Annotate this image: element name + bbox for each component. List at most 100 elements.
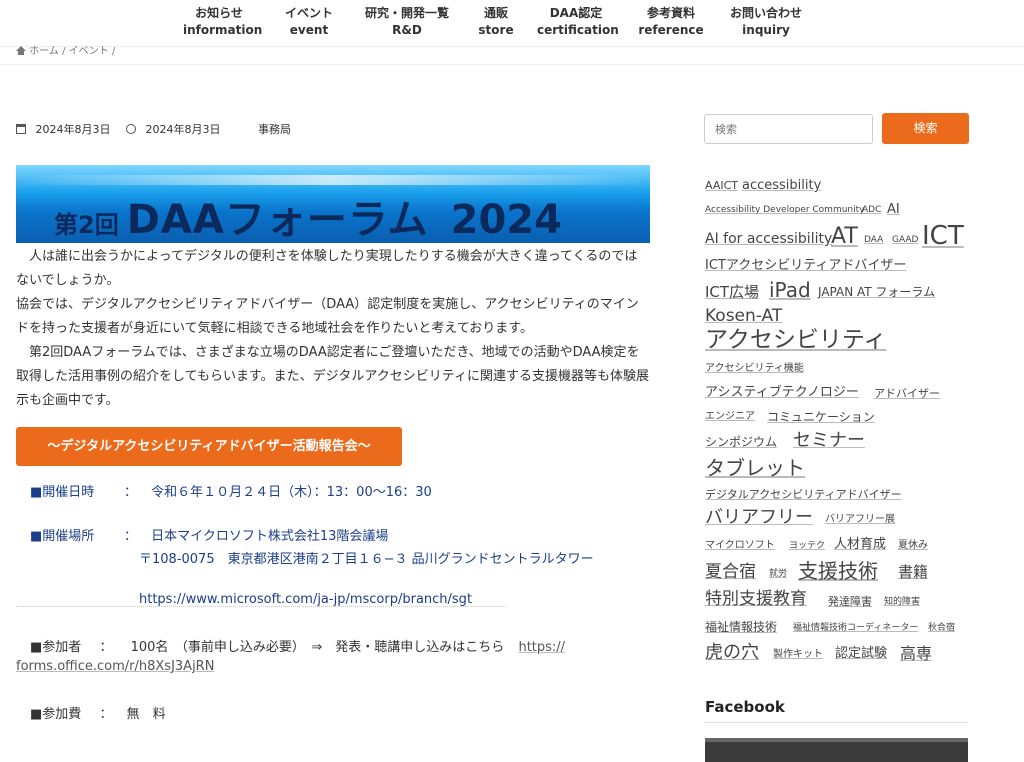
facebook-embed[interactable] xyxy=(705,738,968,762)
tag-link[interactable]: AI xyxy=(887,203,900,216)
participants-label: ■参加者 xyxy=(30,640,82,655)
tag-link[interactable]: 高専 xyxy=(900,646,932,662)
tag-link[interactable]: 虎の穴 xyxy=(705,644,759,662)
tag-link[interactable]: ICT広場 xyxy=(705,285,759,300)
participants-value: 100名 （事前申し込み必要） ⇒ 発表・聴講申し込みはこちら xyxy=(130,640,505,655)
tag-link[interactable]: バリアフリー展 xyxy=(825,515,895,525)
nav-item-event[interactable]: イベント event xyxy=(280,5,338,39)
event-banner: 第2回 DAAフォーラム 2024 xyxy=(16,165,650,243)
published-date: 2024年8月3日 xyxy=(35,123,111,136)
nav-item-inquiry[interactable]: お問い合わせ inquiry xyxy=(726,5,806,39)
colon: ： xyxy=(99,707,113,722)
divider xyxy=(704,722,968,723)
tag-link[interactable]: AI for accessibility xyxy=(705,232,832,246)
tag-link[interactable]: バリアフリー xyxy=(705,509,813,527)
tag-link[interactable]: GAAD xyxy=(892,236,918,245)
nav-item-store[interactable]: 通販 store xyxy=(476,5,516,39)
tag-link[interactable]: ヨッテク xyxy=(789,542,825,551)
tag-link[interactable]: 夏合宿 xyxy=(705,564,756,581)
post-author[interactable]: 事務局 xyxy=(258,121,291,137)
paragraph: 人は誰に出会うかによってデジタルの便利さを体験したり実現したりする機会が大きく違… xyxy=(16,249,638,288)
tag-link[interactable]: Accessibility Developer Community xyxy=(705,206,864,215)
calendar-icon xyxy=(16,124,26,134)
tag-link[interactable]: AT xyxy=(831,226,858,248)
tag-link[interactable]: タブレット xyxy=(705,458,805,478)
tag-link[interactable]: 支援技術 xyxy=(798,561,878,581)
tag-link[interactable]: 福祉情報技術 xyxy=(705,621,777,633)
post-meta: 2024年8月3日 2024年8月3日 事務局 xyxy=(16,121,291,137)
banner-prefix: 第2回 xyxy=(54,211,119,239)
nav-item-information[interactable]: お知らせ information xyxy=(183,5,263,39)
breadcrumb-home[interactable]: ホーム xyxy=(29,46,59,57)
home-icon xyxy=(16,46,26,55)
tag-link[interactable]: AAICT xyxy=(705,180,738,191)
tag-link[interactable]: 発達障害 xyxy=(828,596,872,607)
nav-item-rnd[interactable]: 研究・開発一覧 R&D xyxy=(361,5,453,39)
date-label: ■開催日時 xyxy=(30,485,95,500)
place-url-link[interactable]: https://www.microsoft.com/ja-jp/mscorp/b… xyxy=(139,592,472,607)
nav-label-en: reference xyxy=(638,23,704,37)
tag-link[interactable]: アシスティブテクノロジー xyxy=(705,386,859,399)
tag-link[interactable]: 夏休み xyxy=(898,541,928,551)
tag-link[interactable]: DAA xyxy=(864,236,883,245)
date-value: 令和６年１０月２４日（木）：13：00～16：30 xyxy=(151,485,432,500)
banner-title: 第2回 DAAフォーラム 2024 xyxy=(54,187,562,243)
banner-year: 2024 xyxy=(450,197,562,243)
search-button[interactable]: 検索 xyxy=(882,113,969,144)
colon: ： xyxy=(124,529,138,544)
tag-link[interactable]: アクセシビリティ xyxy=(705,329,886,352)
tag-link[interactable]: デジタルアクセシビリティアドバイザー xyxy=(705,489,902,500)
place-name: 日本マイクロソフト株式会社13階会議場 xyxy=(151,529,389,544)
form-link-part2[interactable]: forms.office.com/r/h8XsJ3AjRN xyxy=(16,659,214,674)
colon: ： xyxy=(99,640,113,655)
tag-link[interactable]: 就労 xyxy=(769,570,787,579)
tag-link[interactable]: accessibility xyxy=(742,179,821,192)
tag-link[interactable]: ICTアクセシビリティアドバイザー xyxy=(705,259,906,272)
nav-label-en: certification xyxy=(537,23,619,37)
tag-link[interactable]: ICT xyxy=(922,223,964,249)
top-navigation: お知らせ information イベント event 研究・開発一覧 R&D … xyxy=(0,0,1024,47)
tag-link[interactable]: アクセシビリティ機能 xyxy=(705,364,804,374)
event-place-row: ■開催場所 ： 日本マイクロソフト株式会社13階会議場 xyxy=(30,525,388,544)
tag-link[interactable]: Kosen-AT xyxy=(705,308,782,325)
nav-label-ja: お問い合わせ xyxy=(729,6,802,20)
tag-link[interactable]: 福祉情報技術コーディネーター xyxy=(793,624,918,633)
search-input[interactable] xyxy=(704,114,873,144)
tag-link[interactable]: アドバイザー xyxy=(874,388,940,399)
tag-link[interactable]: コミュニケーション xyxy=(767,411,875,423)
divider xyxy=(0,64,1024,65)
nav-label-ja: 参考資料 xyxy=(646,6,695,20)
nav-item-reference[interactable]: 参考資料 reference xyxy=(638,5,704,39)
tag-link[interactable]: 秋合宿 xyxy=(928,624,955,633)
nav-label-en: event xyxy=(289,23,329,37)
tag-link[interactable]: iPad xyxy=(769,280,811,300)
tag-link[interactable]: エンジニア xyxy=(705,412,755,422)
tag-link[interactable]: ADC xyxy=(862,206,881,215)
nav-item-certification[interactable]: DAA認定 certification xyxy=(537,5,619,39)
breadcrumb-event[interactable]: イベント xyxy=(69,46,109,57)
nav-label-en: information xyxy=(183,23,263,37)
nav-label-en: store xyxy=(478,23,514,37)
breadcrumb: ホーム / イベント / xyxy=(16,45,115,59)
tag-link[interactable]: 製作キット xyxy=(773,650,823,660)
nav-label-ja: DAA認定 xyxy=(549,6,603,20)
tag-link[interactable]: 書籍 xyxy=(898,565,928,580)
paragraph: 第2回DAAフォーラムでは、さまざまな立場のDAA認定者にご登壇いただき、地域で… xyxy=(16,345,649,408)
report-session-button[interactable]: ～デジタルアクセシビリティアドバイザー活動報告会～ xyxy=(16,427,402,466)
colon: ： xyxy=(124,485,138,500)
fee-row: ■参加費 ： 無 料 xyxy=(30,703,166,722)
tag-link[interactable]: シンポジウム xyxy=(705,436,777,448)
paragraph: 協会では、デジタルアクセシビリティアドバイザー（DAA）認定制度を実施し、アクセ… xyxy=(16,297,639,336)
tag-link[interactable]: セミナー xyxy=(793,432,865,450)
tag-link[interactable]: マイクロソフト xyxy=(705,541,775,551)
participants-row: ■参加者 ： 100名 （事前申し込み必要） ⇒ 発表・聴講申し込みはこちら h… xyxy=(30,636,565,655)
form-link-part1[interactable]: https:// xyxy=(518,640,565,655)
nav-label-ja: お知らせ xyxy=(195,6,243,20)
tag-link[interactable]: 特別支援教育 xyxy=(705,591,807,608)
tag-link[interactable]: 知的障害 xyxy=(884,598,920,607)
tag-link[interactable]: 人材育成 xyxy=(834,538,886,551)
tag-link[interactable]: JAPAN AT フォーラム xyxy=(818,286,935,298)
place-label: ■開催場所 xyxy=(30,529,95,544)
tag-link[interactable]: 認定試験 xyxy=(835,647,887,660)
nav-label-en: R&D xyxy=(392,23,422,37)
